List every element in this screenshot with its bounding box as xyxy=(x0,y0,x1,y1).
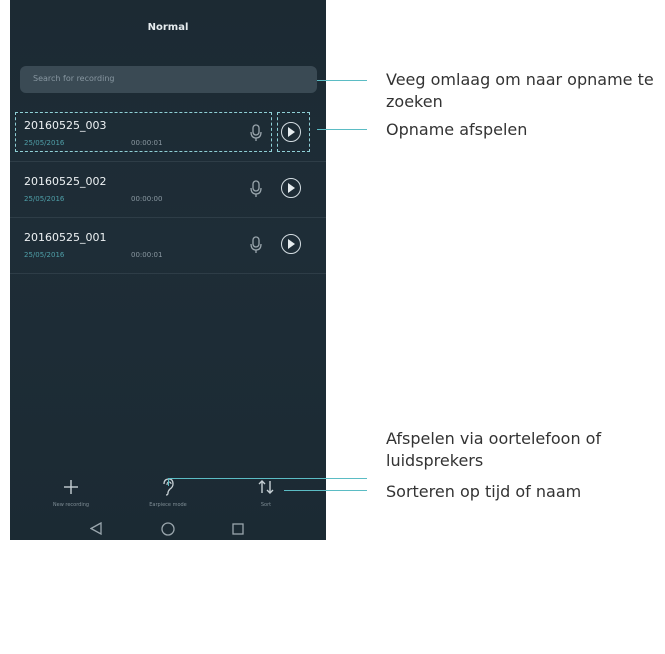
new-recording-button[interactable]: New recording xyxy=(26,468,116,514)
play-button[interactable] xyxy=(281,178,301,198)
system-nav-bar xyxy=(10,518,326,540)
recording-date: 25/05/2016 xyxy=(24,195,65,203)
play-button[interactable] xyxy=(281,234,301,254)
earpiece-mode-label: Earpiece mode xyxy=(149,502,187,508)
callout-earpiece: Afspelen via oortelefoon of luidsprekers xyxy=(386,429,602,470)
recording-name: 20160525_001 xyxy=(24,231,107,244)
search-input[interactable]: Search for recording xyxy=(20,66,317,93)
recording-item[interactable]: 20160525_002 25/05/2016 00:00:00 xyxy=(10,163,326,218)
play-icon xyxy=(288,239,295,249)
sort-button[interactable]: Sort xyxy=(221,468,311,514)
recording-duration: 00:00:00 xyxy=(131,195,163,203)
sort-label: Sort xyxy=(260,502,272,508)
recording-duration: 00:00:01 xyxy=(131,251,163,259)
callout-line-search xyxy=(317,80,367,81)
recording-item[interactable]: 20160525_001 25/05/2016 00:00:01 xyxy=(10,219,326,274)
microphone-icon xyxy=(250,236,262,253)
callout-line-earpiece xyxy=(165,624,365,654)
callout-line-sort xyxy=(284,490,367,491)
highlight-recording-box xyxy=(15,112,272,152)
microphone-icon xyxy=(250,180,262,197)
recording-name: 20160525_002 xyxy=(24,175,107,188)
bottom-action-bar: New recording Earpiece mode Sort xyxy=(10,468,326,518)
highlight-play-box xyxy=(277,112,310,152)
callout-play: Opname afspelen xyxy=(386,120,528,139)
new-recording-label: New recording xyxy=(52,502,90,508)
recent-apps-icon[interactable] xyxy=(232,523,244,535)
home-icon[interactable] xyxy=(161,522,175,536)
callout-line-earpiece-h xyxy=(168,478,367,479)
callout-line-play xyxy=(317,129,367,130)
search-placeholder: Search for recording xyxy=(33,74,115,83)
plus-icon xyxy=(64,480,78,494)
recording-date: 25/05/2016 xyxy=(24,251,65,259)
earpiece-mode-button[interactable]: Earpiece mode xyxy=(123,468,213,514)
sort-icon xyxy=(258,480,274,494)
callout-search: Veeg omlaag om naar opname te zoeken xyxy=(386,70,654,111)
back-icon[interactable] xyxy=(90,522,102,535)
callout-line-earpiece-v xyxy=(168,478,169,486)
phone-screen: Normal Search for recording 20160525_003… xyxy=(10,0,326,540)
callout-sort: Sorteren op tijd of naam xyxy=(386,482,582,501)
play-icon xyxy=(288,183,295,193)
page-title: Normal xyxy=(147,22,189,33)
